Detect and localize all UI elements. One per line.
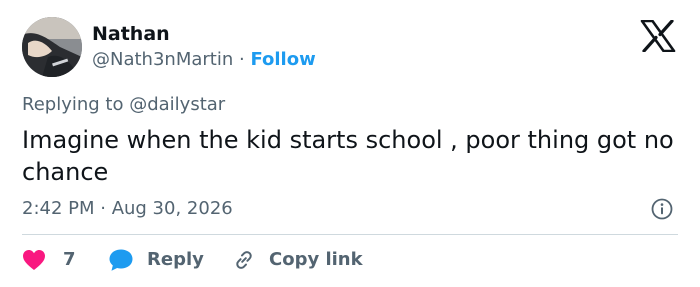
copy-link-button[interactable]: Copy link <box>232 246 372 274</box>
like-count: 7 <box>63 249 76 270</box>
reply-button[interactable]: Reply <box>108 246 208 274</box>
heart-icon <box>23 250 45 270</box>
user-handle[interactable]: @Nath3nMartin <box>92 49 233 70</box>
tweet-text: Imagine when the kid starts school , poo… <box>22 126 674 186</box>
x-logo-icon[interactable] <box>640 19 676 53</box>
replying-to-handle[interactable]: @dailystar <box>129 94 225 115</box>
replying-to-label: Replying to <box>22 94 130 115</box>
replying-to: Replying to @dailystar <box>22 93 225 117</box>
reply-bubble-icon <box>109 249 133 271</box>
display-name[interactable]: Nathan <box>92 22 170 46</box>
link-icon <box>236 251 252 269</box>
like-button[interactable]: 7 <box>22 246 82 274</box>
handle-row: @Nath3nMartin · Follow <box>92 48 316 72</box>
follow-button[interactable]: Follow <box>250 49 315 70</box>
divider <box>22 234 678 235</box>
reply-label: Reply <box>147 249 204 270</box>
profile-photo <box>22 17 82 77</box>
timestamp[interactable]: 2:42 PM · Aug 30, 2026 <box>22 197 233 221</box>
separator-dot: · <box>238 49 245 70</box>
avatar[interactable] <box>22 17 82 77</box>
info-icon[interactable] <box>651 198 673 220</box>
copy-link-label: Copy link <box>269 249 363 270</box>
